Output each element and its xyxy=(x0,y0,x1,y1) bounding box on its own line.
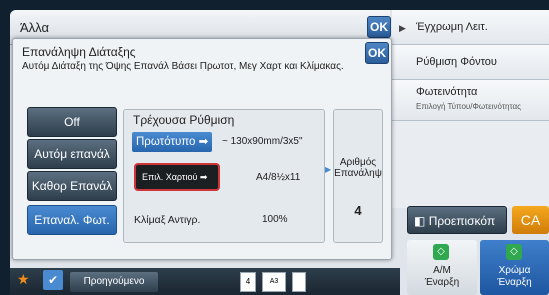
ratio-value: 100% xyxy=(262,214,288,225)
thumb-4: 4 xyxy=(240,272,256,292)
start-color-label-2: Έναρξη xyxy=(497,277,532,288)
dialog-title: Επανάληψη Διάταξης xyxy=(22,45,136,59)
paper-thumbnails: 4 A3 xyxy=(240,268,330,295)
thumb-doc-icon xyxy=(292,272,306,292)
start-color-label-1: Χρώμα xyxy=(498,265,531,276)
original-label: Πρωτότυπο xyxy=(136,136,196,148)
right-item-label: Έγχρωμη Λειτ. xyxy=(416,21,488,33)
top-bar-title: Άλλα xyxy=(20,20,49,35)
preview-label: Προεπισκόπ xyxy=(428,214,496,228)
ca-button[interactable]: CA xyxy=(512,206,549,234)
preview-button[interactable]: ◧ Προεπισκόπ xyxy=(407,206,507,234)
bottom-bar: ★ ✔ Προηγούμενο xyxy=(10,268,400,295)
off-button[interactable]: Off xyxy=(27,107,117,137)
right-panel: ▶ Έγχρωμη Λειτ. Ρύθμιση Φόντου Φωτεινότη… xyxy=(392,10,549,208)
start-bw-label-2: Έναρξη xyxy=(424,277,460,288)
arrow-right-icon: ➡ xyxy=(199,172,208,182)
auto-repeat-button[interactable]: Αυτόμ επανάλ xyxy=(27,139,117,169)
current-settings-title: Τρέχουσα Ρύθμιση xyxy=(133,113,235,127)
dialog-subtitle: Αυτόμ Διάταξη της Όψης Επανάλ Βάσει Πρωτ… xyxy=(22,61,344,72)
play-icon: ▶ xyxy=(399,23,406,33)
paper-label: Επιλ. Χαρτιού xyxy=(142,172,198,182)
start-diamond-icon: ◇ xyxy=(433,244,449,260)
start-bw-button[interactable]: ◇ Α/Μ Έναρξη xyxy=(407,240,477,295)
paper-value: A4/8½x11 xyxy=(256,172,301,183)
original-value: ~ 130x90mm/3x5" xyxy=(222,136,303,147)
triangle-right-icon: ▶ xyxy=(325,165,332,174)
repeat-count-panel[interactable]: Αριθμός Επανάληψ 4 xyxy=(333,109,383,243)
top-ok-button[interactable]: OK xyxy=(367,16,391,38)
photo-repeat-button[interactable]: Επαναλ. Φωτ. xyxy=(27,205,117,235)
specified-repeat-button[interactable]: Καθορ Επανάλ xyxy=(27,171,117,201)
original-size: 130x90mm/3x5" xyxy=(230,136,303,147)
repeat-layout-dialog: Επανάληψη Διάταξης Αυτόμ Διάταξη της Όψη… xyxy=(12,38,392,260)
repeat-count-value: 4 xyxy=(354,203,362,218)
repeat-count-label: Αριθμός Επανάληψ xyxy=(334,157,382,179)
right-item-background[interactable]: Ρύθμιση Φόντου xyxy=(392,45,549,80)
right-item-brightness[interactable]: Φωτεινότητα Επιλογή Τύπου/Φωτεινότητας xyxy=(392,80,549,121)
star-icon[interactable]: ★ xyxy=(17,271,30,288)
original-prefix: ~ xyxy=(222,136,228,147)
screen: Άλλα OK ▶ Έγχρωμη Λειτ. Ρύθμιση Φόντου Φ… xyxy=(10,10,549,295)
paper-select-button[interactable]: Επιλ. Χαρτιού ➡ xyxy=(134,163,220,191)
check-icon[interactable]: ✔ xyxy=(43,270,63,290)
previous-button[interactable]: Προηγούμενο xyxy=(70,272,158,292)
arrow-right-icon: ➡ xyxy=(198,136,209,148)
preview-icon: ◧ xyxy=(414,214,426,228)
right-item-label: Ρύθμιση Φόντου xyxy=(416,56,497,68)
start-color-button[interactable]: ◇ Χρώμα Έναρξη xyxy=(480,240,549,295)
dialog-ok-button[interactable]: OK xyxy=(365,42,389,64)
ratio-label: Κλίμαξ Αντιγρ. xyxy=(134,214,201,226)
right-item-sub: Επιλογή Τύπου/Φωτεινότητας xyxy=(416,102,521,111)
current-settings-panel: Τρέχουσα Ρύθμιση Πρωτότυπο ➡ ~ 130x90mm/… xyxy=(123,109,325,243)
start-diamond-icon: ◇ xyxy=(506,244,522,260)
start-bw-label-1: Α/Μ xyxy=(433,265,451,276)
right-item-label: Φωτεινότητα xyxy=(416,86,478,98)
thumb-a3: A3 xyxy=(262,272,286,292)
repeat-count-label-1: Αριθμός xyxy=(339,157,377,168)
original-button[interactable]: Πρωτότυπο ➡ xyxy=(132,132,212,152)
right-item-color-mode[interactable]: ▶ Έγχρωμη Λειτ. xyxy=(392,10,549,45)
repeat-count-label-2: Επανάληψ xyxy=(334,168,382,179)
